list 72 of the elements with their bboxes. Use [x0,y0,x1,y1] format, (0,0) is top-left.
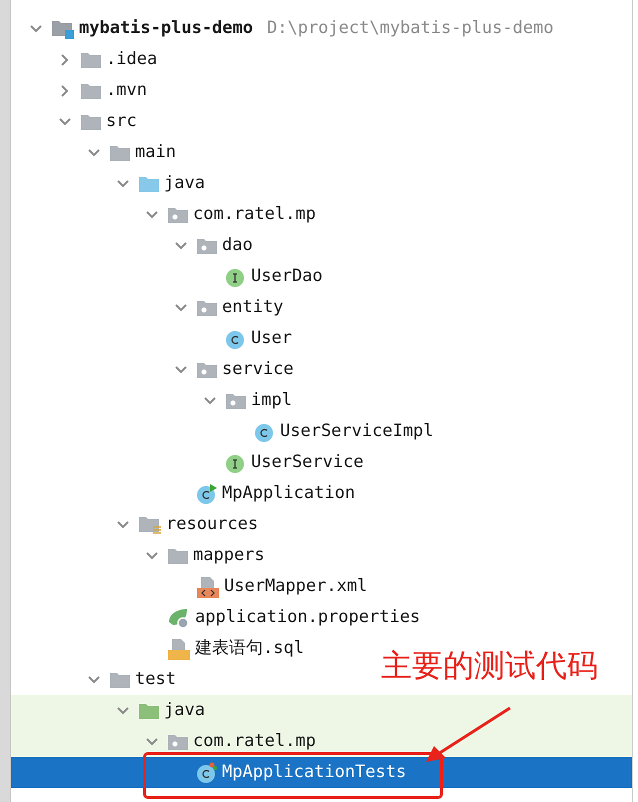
resources-folder-icon [138,514,162,534]
folder-icon [80,50,102,68]
tree-item-label: src [106,110,137,133]
folder-icon [167,546,189,564]
package-folder-icon [196,236,218,254]
class-icon [196,482,218,504]
tree-row[interactable]: 建表语句.sql [11,633,304,664]
sql-file-icon [167,638,191,660]
tree-item-label: mybatis-plus-demo [79,16,253,40]
package-folder-icon [167,732,189,750]
tree-row[interactable]: .mvn [11,75,147,106]
module-folder-icon [51,18,75,38]
project-path: D:\project\mybatis-plus-demo [267,16,554,40]
tree-row[interactable]: MpApplication [11,478,356,509]
tree-row[interactable]: com.ratel.mp [11,726,316,757]
tree-row[interactable]: UserMapper.xml [11,571,368,602]
tree-row[interactable]: MpApplicationTests [11,757,406,788]
tree-item-label: UserService [251,450,364,474]
folder-icon [138,702,160,720]
tree-row[interactable]: service [11,354,294,385]
tree-row[interactable]: entity [11,292,284,323]
tree-item-label: java [164,698,205,722]
tree-item-label: resources [166,512,258,536]
tree-row[interactable]: impl [11,385,292,416]
tree-item-label: com.ratel.mp [193,202,316,226]
annotation-text: 主要的测试代码 [381,647,598,685]
tree-item-label: entity [222,296,284,319]
tree-row[interactable]: com.ratel.mp [11,199,316,230]
tree-row[interactable]: main [11,137,176,168]
tree-item-label: java [164,172,205,195]
tree-row[interactable]: java [11,168,205,199]
package-folder-icon [196,360,218,378]
tree-item-label: 建表语句.sql [195,636,304,660]
tree-item-label: com.ratel.mp [193,730,316,753]
tree-item-label: application.properties [195,606,420,629]
tree-item-label: MpApplication [222,482,356,505]
tree-row[interactable]: .idea [11,44,158,75]
tree-item-label: User [251,326,292,350]
tree-item-label: .mvn [106,78,147,102]
tree-row[interactable]: UserService [11,447,364,478]
tree-item-label: MpApplicationTests [222,760,406,784]
tree-item-label: dao [222,234,253,257]
tree-item-label: mappers [193,544,265,567]
package-folder-icon [167,206,189,224]
tree-row[interactable]: dao [11,230,253,261]
tree-row[interactable]: test [11,664,176,695]
tree-item-label: UserDao [251,264,323,288]
tree-row[interactable]: User [11,323,292,354]
folder-icon [80,112,102,130]
tree-row[interactable]: resources [11,509,258,540]
tree-item-label: test [135,668,176,691]
tree-item-label: UserServiceImpl [280,420,434,443]
package-folder-icon [225,392,247,410]
class-icon [196,762,218,784]
tree-row[interactable]: mappers [11,540,265,571]
folder-icon [138,174,160,192]
tree-row[interactable]: src [11,106,137,137]
tree-row[interactable]: mybatis-plus-demo D:\project\mybatis-plus-demo [11,13,554,44]
folder-icon [80,82,102,100]
tree-row[interactable]: UserServiceImpl [11,416,434,447]
tree-item-label: impl [251,388,292,412]
tree-item-label: main [135,140,176,164]
tree-item-label: service [222,358,294,381]
tree-row[interactable]: java [11,695,205,726]
tree-row[interactable]: application.properties [11,602,420,633]
xml-file-icon [196,576,220,598]
package-folder-icon [196,298,218,316]
folder-icon [109,144,131,162]
tree-item-label: UserMapper.xml [224,574,368,598]
folder-icon [109,670,131,688]
tree-item-label: .idea [106,48,158,71]
tree-row[interactable]: UserDao [11,261,323,292]
